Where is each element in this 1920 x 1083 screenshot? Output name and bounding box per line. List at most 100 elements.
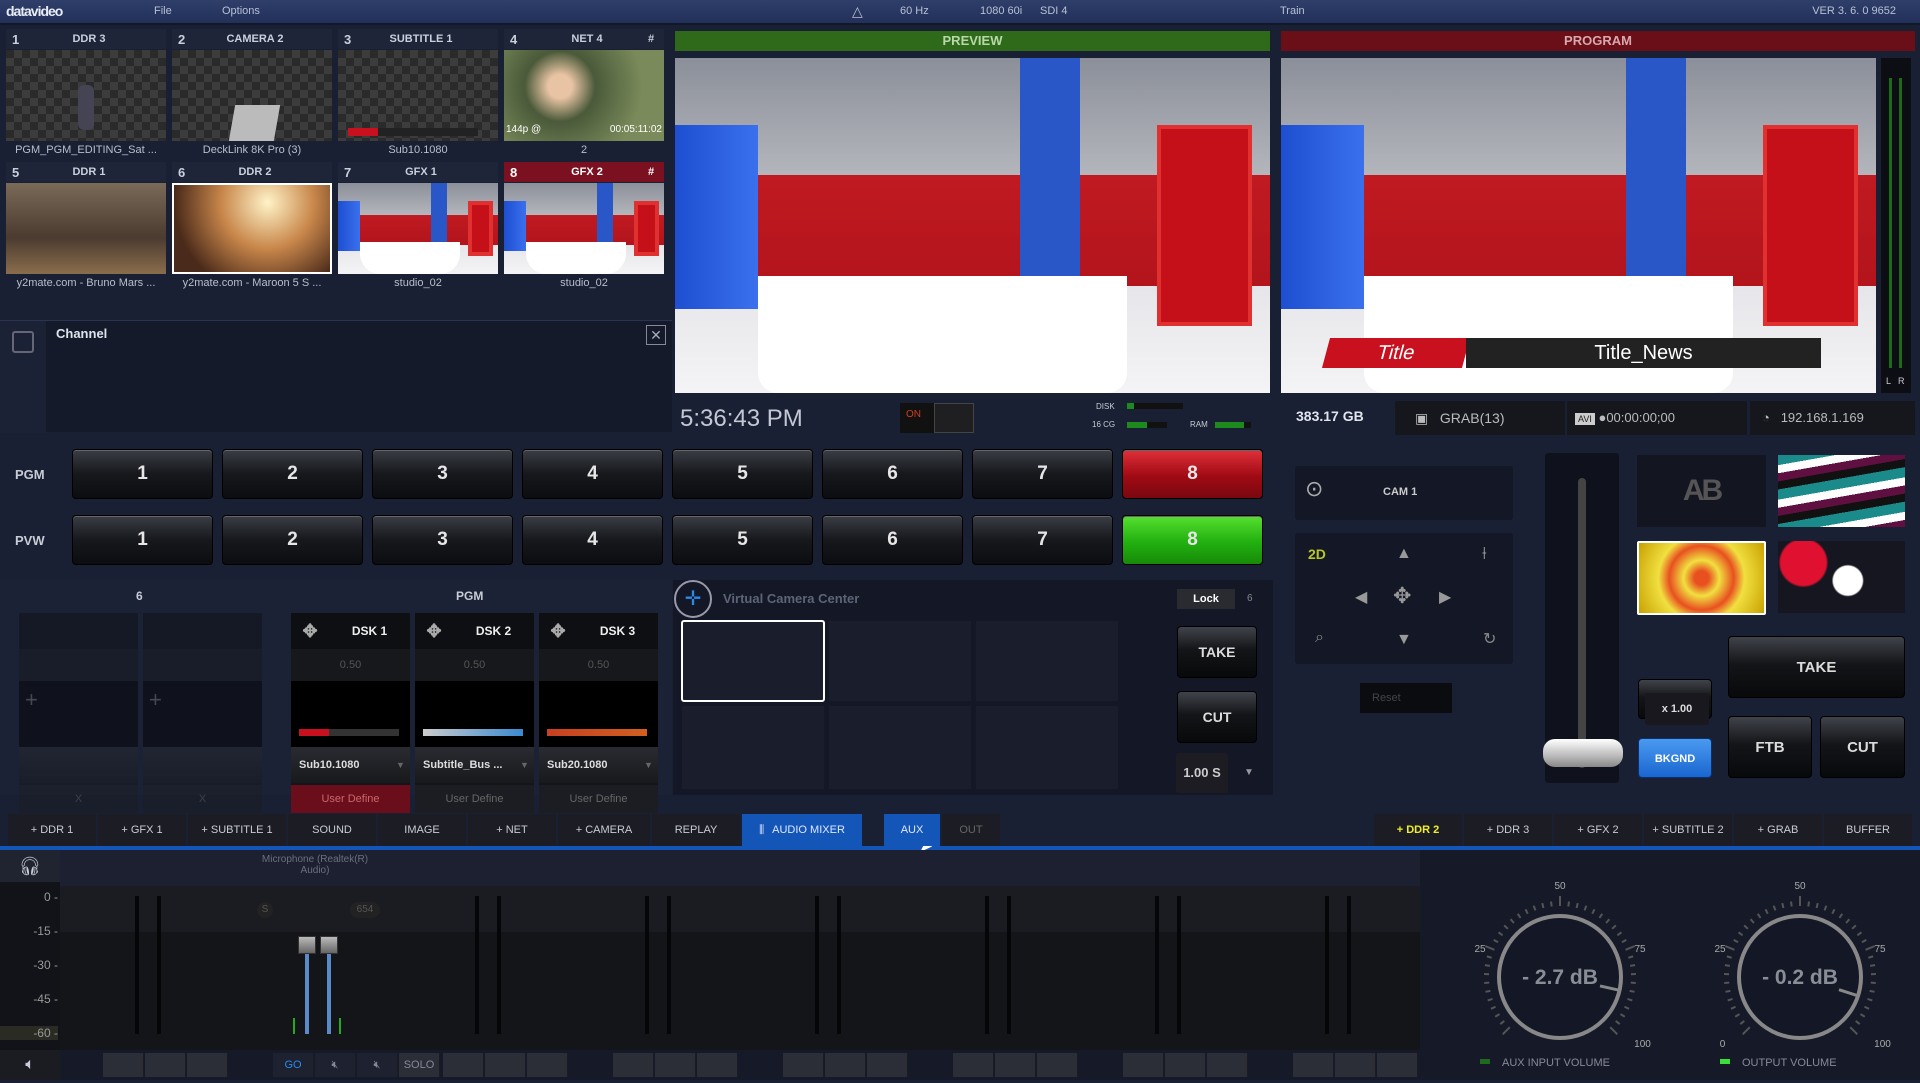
channel-button[interactable] bbox=[1123, 1053, 1164, 1077]
dsk-mode[interactable]: User Define bbox=[539, 785, 658, 813]
move-icon[interactable]: ✥ bbox=[539, 621, 577, 642]
tab-ddr-1[interactable]: + DDR 1 bbox=[8, 814, 96, 846]
fader-track[interactable] bbox=[135, 896, 139, 1034]
fader-track[interactable] bbox=[667, 896, 671, 1034]
fader-track[interactable] bbox=[327, 940, 331, 1034]
pgm-button-8[interactable]: 8 bbox=[1122, 449, 1263, 499]
pvw-button-1[interactable]: 1 bbox=[72, 515, 213, 565]
tab-aux[interactable]: AUX bbox=[884, 814, 940, 846]
channel-button[interactable] bbox=[697, 1053, 738, 1077]
tab-gfx-2[interactable]: + GFX 2 bbox=[1554, 814, 1642, 846]
dsk-mode[interactable]: User Define bbox=[291, 785, 410, 813]
tab-buffer[interactable]: BUFFER bbox=[1824, 814, 1912, 846]
channel-button[interactable] bbox=[145, 1053, 186, 1077]
speaker-mute-icon[interactable]: 🔈︎ bbox=[0, 1050, 60, 1080]
fader-track[interactable] bbox=[1177, 896, 1181, 1034]
vcc-slot[interactable] bbox=[975, 705, 1119, 790]
record-button[interactable]: AVI ●00:00:00;00 bbox=[1567, 401, 1747, 435]
menu-options[interactable]: Options bbox=[222, 5, 260, 17]
up-arrow-icon[interactable]: ▲ bbox=[1396, 545, 1412, 563]
cut-button[interactable]: CUT bbox=[1820, 716, 1905, 778]
tab-subtitle-1[interactable]: + SUBTITLE 1 bbox=[188, 814, 286, 846]
fader-track[interactable] bbox=[497, 896, 501, 1034]
pvw-button-8[interactable]: 8 bbox=[1122, 515, 1263, 565]
tab-sound[interactable]: SOUND bbox=[288, 814, 376, 846]
add-icon[interactable]: + bbox=[149, 687, 162, 713]
keyer-close[interactable]: X bbox=[19, 785, 138, 813]
fader-track[interactable] bbox=[837, 896, 841, 1034]
dsk-source-select[interactable]: Sub10.1080▼ bbox=[291, 747, 410, 783]
ftb-button[interactable]: FTB bbox=[1728, 716, 1812, 778]
duration-dropdown-icon[interactable]: ▼ bbox=[1244, 767, 1254, 778]
fader-track[interactable] bbox=[985, 896, 989, 1034]
tab-net[interactable]: + NET bbox=[468, 814, 556, 846]
pgm-button-5[interactable]: 5 bbox=[672, 449, 813, 499]
fader-track[interactable] bbox=[645, 896, 649, 1034]
solo-button[interactable]: SOLO bbox=[399, 1053, 440, 1077]
dsk-source-select[interactable]: Subtitle_Bus ...▼ bbox=[415, 747, 534, 783]
move-icon[interactable]: ✛ bbox=[674, 580, 712, 618]
monitor-icon[interactable] bbox=[934, 403, 974, 433]
rotate-icon[interactable]: ↻ bbox=[1483, 629, 1496, 649]
channel-button[interactable] bbox=[867, 1053, 908, 1077]
pgm-button-2[interactable]: 2 bbox=[222, 449, 363, 499]
solo-indicator[interactable]: S bbox=[257, 902, 273, 918]
dropdown-icon[interactable]: ▼ bbox=[396, 760, 410, 770]
channel-button[interactable] bbox=[187, 1053, 228, 1077]
source-tile[interactable]: 4NET 4#144p @00:05:11:022 bbox=[504, 29, 664, 156]
vcc-slot[interactable] bbox=[681, 705, 825, 790]
close-icon[interactable]: ✕ bbox=[646, 325, 666, 345]
duration-field[interactable]: 1.00 S bbox=[1176, 753, 1228, 793]
pvw-button-3[interactable]: 3 bbox=[372, 515, 513, 565]
source-thumbnail[interactable]: 144p @00:05:11:02 bbox=[504, 50, 664, 141]
tab-audio-mixer[interactable]: ⫼AUDIO MIXER bbox=[742, 814, 862, 846]
source-thumbnail[interactable] bbox=[338, 183, 498, 274]
pgm-button-6[interactable]: 6 bbox=[822, 449, 963, 499]
stream-button[interactable]: ◔ 192.168.1.169 bbox=[1750, 401, 1915, 435]
vcc-take-button[interactable]: TAKE bbox=[1177, 626, 1257, 678]
tab-grab[interactable]: + GRAB bbox=[1734, 814, 1822, 846]
tab-camera[interactable]: + CAMERA bbox=[558, 814, 650, 846]
add-icon[interactable]: + bbox=[25, 687, 38, 713]
source-tile[interactable]: 3SUBTITLE 1Sub10.1080 bbox=[338, 29, 498, 156]
warning-triangle-icon[interactable]: △ bbox=[852, 3, 863, 20]
left-arrow-icon[interactable]: ◀ bbox=[1355, 587, 1367, 607]
channel-button[interactable]: 🔇︎ bbox=[315, 1053, 356, 1077]
grab-button[interactable]: ▣ GRAB(13) bbox=[1395, 401, 1565, 435]
fader-track[interactable] bbox=[1347, 896, 1351, 1034]
fader-handle[interactable] bbox=[298, 936, 316, 954]
mode-2d-toggle[interactable]: 2D bbox=[1308, 546, 1326, 562]
t-bar-handle[interactable] bbox=[1543, 739, 1623, 767]
source-tile[interactable]: 8GFX 2#studio_02 bbox=[504, 162, 664, 289]
source-tile[interactable]: 1DDR 3PGM_PGM_EDITING_Sat ... bbox=[6, 29, 166, 156]
move-center-icon[interactable]: ✥ bbox=[1393, 583, 1411, 609]
channel-button[interactable]: GO bbox=[273, 1053, 314, 1077]
channel-button[interactable] bbox=[783, 1053, 824, 1077]
channel-button[interactable] bbox=[1377, 1053, 1418, 1077]
t-bar[interactable] bbox=[1545, 453, 1619, 783]
source-thumbnail[interactable] bbox=[504, 183, 664, 274]
dropdown-icon[interactable]: ▼ bbox=[644, 760, 658, 770]
dsk-value[interactable]: 0.50 bbox=[415, 649, 534, 681]
dsk-source-select[interactable]: Sub20.1080▼ bbox=[539, 747, 658, 783]
lock-button[interactable]: Lock bbox=[1177, 589, 1235, 609]
menu-file[interactable]: File bbox=[154, 5, 172, 17]
source-thumbnail[interactable] bbox=[172, 50, 332, 141]
fader-track[interactable] bbox=[1007, 896, 1011, 1034]
tab-gfx-1[interactable]: + GFX 1 bbox=[98, 814, 186, 846]
keyer-close[interactable]: X bbox=[143, 785, 262, 813]
zoom-value[interactable]: x 1.00 bbox=[1645, 693, 1709, 725]
channel-button[interactable] bbox=[1165, 1053, 1206, 1077]
pvw-button-6[interactable]: 6 bbox=[822, 515, 963, 565]
delay-value[interactable]: 654 bbox=[350, 902, 380, 918]
dropdown-icon[interactable]: ▼ bbox=[520, 760, 534, 770]
channel-button[interactable] bbox=[825, 1053, 866, 1077]
channel-button[interactable] bbox=[443, 1053, 484, 1077]
headphones-icon[interactable]: 🎧︎ bbox=[0, 850, 60, 882]
pgm-button-3[interactable]: 3 bbox=[372, 449, 513, 499]
height-icon[interactable]: ⟊ bbox=[1482, 543, 1487, 564]
channel-button[interactable]: 🔇︎ bbox=[357, 1053, 398, 1077]
move-icon[interactable]: ✥ bbox=[291, 621, 329, 642]
dsk-mode[interactable]: User Define bbox=[415, 785, 534, 813]
move-icon[interactable]: ✥ bbox=[415, 621, 453, 642]
